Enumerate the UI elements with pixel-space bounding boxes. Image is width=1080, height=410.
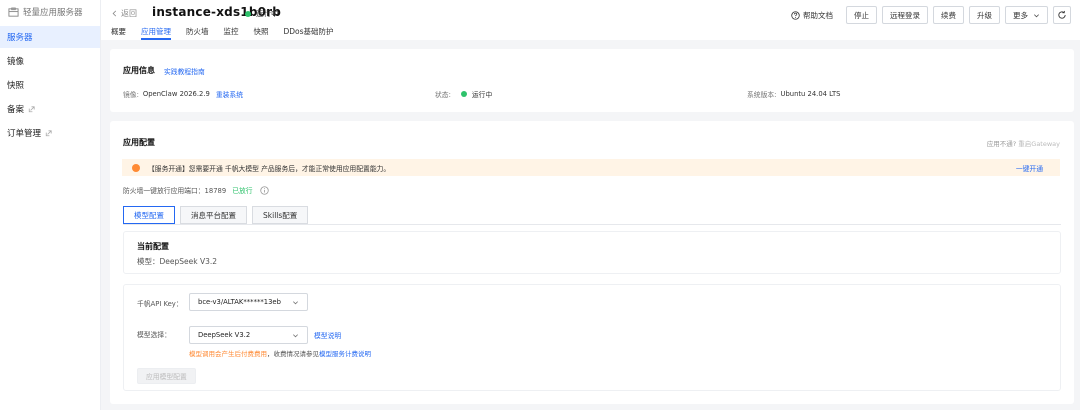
api-key-value: bce-v3/ALTAK******13eb	[198, 298, 281, 306]
running-dot-icon	[460, 91, 467, 97]
billing-doc-link[interactable]: 模型服务计费说明	[319, 350, 371, 358]
fee-warning-text: 模型调用会产生后付费费用	[189, 350, 267, 358]
tab-snapshots[interactable]: 快照	[254, 26, 269, 40]
banner-text: 【服务开通】您需要开通 千帆大模型 产品服务后，才能正常使用应用配置能力。	[148, 164, 391, 173]
warning-dot-icon	[132, 163, 140, 172]
service-activation-banner: 【服务开通】您需要开通 千帆大模型 产品服务后，才能正常使用应用配置能力。 一键…	[122, 159, 1060, 176]
upgrade-label: 升级	[977, 10, 992, 20]
model-select-label: 模型选择：	[137, 331, 171, 339]
instance-tabs: 概要 应用管理 防火墙 监控 快照 DDos基础防护	[111, 26, 349, 40]
remote-login-button[interactable]: 远程登录	[882, 6, 928, 24]
app-root: 轻量应用服务器 服务器 镜像 快照 备案 订单管理 返回 instance-xd…	[0, 0, 1080, 410]
api-key-label: 千帆API Key：	[137, 300, 183, 308]
app-info-card: 应用信息 实践教程指南 镜像: OpenClaw 2026.2.9 重装系统 状…	[110, 49, 1074, 112]
sidebar-item-servers[interactable]: 服务器	[0, 26, 100, 48]
chevron-down-icon	[293, 334, 298, 338]
subtabs-divider	[123, 224, 1061, 225]
current-config-panel: 当前配置 模型：DeepSeek V3.2	[123, 231, 1061, 274]
firewall-port-info: 防火墙一键放行应用端口：18789 已放行	[123, 185, 269, 195]
apply-model-config-button[interactable]: 应用模型配置	[137, 368, 196, 384]
image-info: 镜像: OpenClaw 2026.2.9 重装系统	[123, 89, 243, 99]
config-subtabs: 模型配置 消息平台配置 Skills配置	[123, 206, 313, 224]
sidebar-item-filing[interactable]: 备案	[0, 98, 100, 120]
upgrade-button[interactable]: 升级	[969, 6, 1000, 24]
firewall-text: 防火墙一键放行应用端口：18789	[123, 187, 227, 195]
app-info-title: 应用信息	[123, 66, 155, 75]
current-model-value: 模型：DeepSeek V3.2	[137, 257, 218, 266]
gateway-hint-text: 应用不通?	[986, 140, 1017, 148]
sidebar-item-images[interactable]: 镜像	[0, 50, 100, 72]
more-label: 更多	[1013, 10, 1028, 20]
help-docs-label: 帮助文档	[803, 10, 833, 20]
back-label: 返回	[121, 9, 137, 18]
instance-status: 运行中	[245, 8, 279, 19]
page-header: 返回 instance-xds1b0rb 运行中 概要 应用管理 防火墙 监控 …	[101, 0, 1080, 40]
sidebar-item-label: 订单管理	[7, 129, 42, 139]
sidebar-brand: 轻量应用服务器	[0, 0, 100, 24]
image-label: 镜像:	[123, 91, 139, 99]
refresh-button[interactable]	[1053, 6, 1071, 24]
chevron-down-icon	[1034, 13, 1039, 17]
fee-rest-text: ，收费情况请参见	[267, 350, 319, 358]
tab-monitoring[interactable]: 监控	[224, 26, 239, 40]
sidebar-item-label: 镜像	[7, 57, 25, 67]
sidebar-item-orders[interactable]: 订单管理	[0, 122, 100, 144]
os-value: Ubuntu 24.04 LTS	[780, 90, 841, 98]
sidebar-item-snapshots[interactable]: 快照	[0, 74, 100, 96]
app-config-title: 应用配置	[123, 138, 155, 147]
chevron-down-icon	[293, 301, 298, 305]
stop-button[interactable]: 停止	[846, 6, 877, 24]
running-dot-icon	[245, 10, 251, 17]
server-box-icon	[8, 7, 19, 17]
api-key-select[interactable]: bce-v3/ALTAK******13eb	[189, 293, 308, 311]
info-icon[interactable]	[259, 185, 269, 195]
tutorial-guide-link[interactable]: 实践教程指南	[164, 66, 205, 76]
renew-label: 续费	[941, 10, 956, 20]
stop-button-label: 停止	[854, 10, 869, 20]
external-link-icon	[28, 105, 35, 112]
status-info-value: 运行中	[471, 91, 493, 99]
help-circle-icon	[791, 10, 800, 20]
tab-overview[interactable]: 概要	[111, 26, 126, 40]
reinstall-system-link[interactable]: 重装系统	[216, 89, 243, 99]
status-info-label: 状态:	[435, 91, 451, 99]
renew-button[interactable]: 续费	[933, 6, 964, 24]
os-info: 系统版本: Ubuntu 24.04 LTS	[747, 89, 840, 99]
model-config-form: 千帆API Key： bce-v3/ALTAK******13eb 模型选择： …	[123, 284, 1061, 391]
model-select[interactable]: DeepSeek V3.2	[189, 326, 308, 344]
image-value: OpenClaw 2026.2.9	[142, 90, 210, 98]
tab-ddos[interactable]: DDos基础防护	[284, 26, 334, 40]
tab-message-platform-config[interactable]: 消息平台配置	[180, 206, 247, 224]
apply-button-label: 应用模型配置	[146, 373, 187, 381]
help-docs-link[interactable]: 帮助文档	[791, 10, 833, 21]
status-label: 运行中	[256, 9, 279, 18]
restart-gateway-link[interactable]: 重启Gateway	[1018, 140, 1060, 148]
more-dropdown[interactable]: 更多	[1005, 6, 1048, 24]
sidebar-item-label: 快照	[7, 81, 25, 91]
tab-firewall[interactable]: 防火墙	[186, 26, 209, 40]
tab-skills-config[interactable]: Skills配置	[252, 206, 309, 224]
tab-app-management[interactable]: 应用管理	[141, 26, 171, 40]
fee-notice: 模型调用会产生后付费费用，收费情况请参见模型服务计费说明	[189, 348, 371, 358]
one-click-activate-link[interactable]: 一键开通	[1016, 163, 1043, 173]
external-link-icon	[45, 129, 52, 136]
sidebar-item-label: 备案	[7, 105, 25, 115]
sidebar-brand-label: 轻量应用服务器	[23, 8, 83, 18]
sidebar: 轻量应用服务器 服务器 镜像 快照 备案 订单管理	[0, 0, 101, 410]
status-info: 状态: 运行中	[435, 89, 492, 99]
firewall-status: 已放行	[232, 187, 253, 195]
model-description-link[interactable]: 模型说明	[314, 330, 341, 340]
model-select-value: DeepSeek V3.2	[198, 331, 251, 339]
remote-login-label: 远程登录	[890, 10, 920, 20]
tab-model-config[interactable]: 模型配置	[123, 206, 175, 224]
refresh-icon	[1058, 10, 1066, 19]
app-config-card: 应用配置 应用不通? 重启Gateway 【服务开通】您需要开通 千帆大模型 产…	[110, 121, 1074, 404]
current-config-title: 当前配置	[137, 242, 169, 251]
gateway-hint: 应用不通? 重启Gateway	[987, 138, 1060, 148]
sidebar-item-label: 服务器	[7, 33, 33, 43]
header-actions: 帮助文档 停止 远程登录 续费 升级 更多	[791, 6, 1071, 24]
chevron-left-icon	[112, 10, 117, 17]
os-label: 系统版本:	[747, 91, 777, 99]
back-link[interactable]: 返回	[111, 8, 137, 19]
